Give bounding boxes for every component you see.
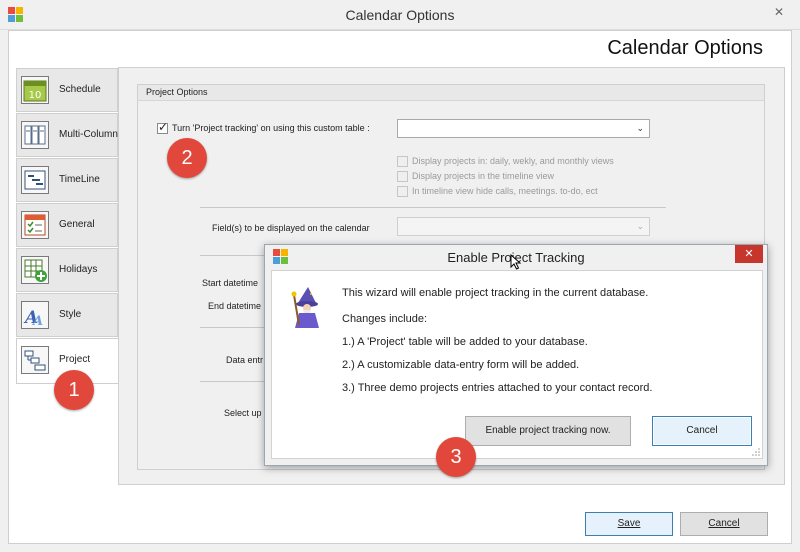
popup-line: Changes include: — [342, 313, 428, 325]
checkmark-icon: ✓ — [158, 120, 169, 134]
tab-label: Project — [59, 354, 91, 365]
option-label: In timeline view hide calls, meetings. t… — [412, 186, 598, 196]
tab-holidays[interactable]: Holidays — [16, 248, 118, 292]
option-checkbox[interactable] — [397, 171, 408, 182]
style-icon: AA — [21, 301, 49, 329]
timeline-icon — [21, 166, 49, 194]
wizard-icon — [290, 285, 326, 329]
divider — [200, 207, 666, 208]
mouse-cursor-icon — [510, 254, 522, 270]
window-titlebar: Calendar Options ✕ — [0, 0, 800, 30]
chevron-down-icon: ⌄ — [636, 123, 644, 133]
window-title: Calendar Options — [345, 7, 455, 23]
group-title: Project Options — [138, 85, 764, 101]
option-label: Display projects in: daily, wekly, and m… — [412, 156, 614, 166]
tab-general[interactable]: General — [16, 203, 118, 247]
tab-label: Multi-Column — [59, 129, 118, 140]
select-up-label: Select up — [224, 408, 262, 418]
enable-tracking-checkbox[interactable]: ✓ — [157, 120, 169, 134]
tab-style[interactable]: AA Style — [16, 293, 118, 337]
tab-timeline[interactable]: TimeLine — [16, 158, 118, 202]
step-badge-3: 3 — [436, 437, 476, 477]
window-close-button[interactable]: ✕ — [768, 4, 790, 20]
custom-table-dropdown[interactable]: ⌄ — [397, 119, 650, 138]
option-label: Display projects in the timeline view — [412, 171, 555, 181]
page-title: Calendar Options — [607, 37, 763, 59]
data-entry-label: Data entr — [226, 355, 264, 365]
popup-close-button[interactable]: ✕ — [735, 245, 763, 263]
enable-project-tracking-dialog: Enable Project Tracking ✕ This wizard wi… — [264, 244, 768, 466]
save-button[interactable]: Save — [585, 512, 673, 536]
enable-tracking-button[interactable]: Enable project tracking now. — [465, 416, 631, 446]
option-checkbox[interactable] — [397, 186, 408, 197]
step-badge-1: 1 — [54, 370, 94, 410]
popup-line: 3.) Three demo projects entries attached… — [342, 382, 653, 394]
tab-schedule[interactable]: 10 Schedule — [16, 68, 118, 112]
popup-line: 1.) A 'Project' table will be added to y… — [342, 336, 588, 348]
enable-tracking-label: Turn 'Project tracking' on using this cu… — [172, 123, 370, 133]
fields-label: Field(s) to be displayed on the calendar — [212, 223, 370, 233]
save-button-label: Save — [617, 518, 641, 529]
start-datetime-label: Start datetime — [202, 278, 259, 288]
popup-line: This wizard will enable project tracking… — [342, 287, 649, 299]
cancel-button[interactable]: Cancel — [680, 512, 768, 536]
project-icon — [21, 346, 49, 374]
popup-line: 2.) A customizable data-entry form will … — [342, 359, 580, 371]
svg-text:A: A — [31, 314, 43, 328]
popup-cancel-button[interactable]: Cancel — [652, 416, 752, 446]
resize-grip-icon[interactable] — [752, 448, 760, 456]
calendar-day-number: 10 — [29, 90, 42, 101]
calendar-day-icon: 10 — [21, 76, 49, 104]
tab-label: Holidays — [59, 264, 98, 275]
columns-icon — [21, 121, 49, 149]
chevron-down-icon: ⌄ — [636, 221, 644, 231]
cancel-button-label: Cancel — [708, 518, 740, 529]
end-datetime-label: End datetime — [208, 301, 262, 311]
fields-dropdown[interactable]: ⌄ — [397, 217, 650, 236]
option-checkbox[interactable] — [397, 156, 408, 167]
tab-label: General — [59, 219, 95, 230]
step-badge-2: 2 — [167, 138, 207, 178]
checklist-icon — [21, 211, 49, 239]
tab-label: TimeLine — [59, 174, 100, 185]
tab-label: Style — [59, 309, 82, 320]
popup-body: This wizard will enable project tracking… — [271, 270, 763, 459]
tab-multi-column[interactable]: Multi-Column — [16, 113, 118, 157]
tab-label: Schedule — [59, 84, 101, 95]
holidays-icon — [21, 256, 49, 284]
